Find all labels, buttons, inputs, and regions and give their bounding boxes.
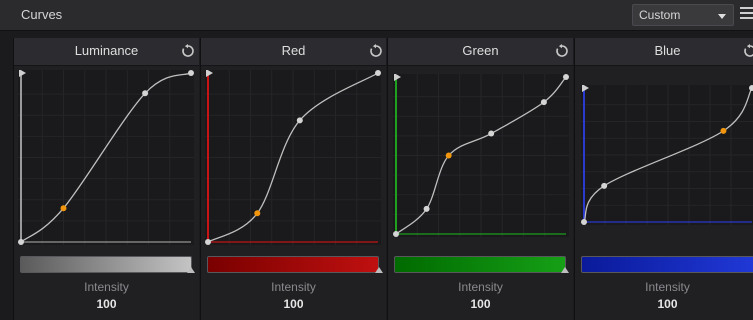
menu-icon[interactable] bbox=[740, 7, 753, 23]
curve-control-point[interactable] bbox=[18, 239, 24, 245]
curve-control-point[interactable] bbox=[720, 127, 727, 134]
curve-graph[interactable] bbox=[18, 70, 194, 245]
curve-control-point[interactable] bbox=[375, 70, 381, 76]
curve-graph[interactable] bbox=[393, 74, 569, 237]
intensity-label: Intensity bbox=[84, 280, 129, 294]
curve-control-point[interactable] bbox=[205, 239, 211, 245]
intensity-bar[interactable] bbox=[394, 256, 566, 273]
panel-header: Red bbox=[201, 38, 386, 66]
intensity-label: Intensity bbox=[645, 280, 690, 294]
curve-control-point[interactable] bbox=[563, 74, 569, 80]
panel-title: Curves bbox=[21, 7, 63, 22]
intensity-bar[interactable] bbox=[20, 256, 192, 273]
curve-control-point[interactable] bbox=[581, 219, 587, 225]
channel-label: Red bbox=[281, 43, 306, 58]
curves-toolbar: Curves Custom bbox=[0, 0, 753, 31]
intensity-value[interactable]: 100 bbox=[388, 297, 573, 311]
bar-handle[interactable] bbox=[187, 267, 195, 273]
intensity-label: Intensity bbox=[271, 280, 316, 294]
preset-selected-value: Custom bbox=[639, 8, 681, 22]
intensity-value[interactable]: 100 bbox=[201, 297, 386, 311]
intensity-value[interactable]: 100 bbox=[575, 297, 753, 311]
preset-dropdown[interactable]: Custom bbox=[632, 4, 734, 26]
curve-control-point[interactable] bbox=[488, 130, 495, 137]
panel-header: Luminance bbox=[14, 38, 199, 66]
curve-graph[interactable] bbox=[205, 70, 381, 245]
curve-panel-red: Red Intensity 100 bbox=[200, 38, 386, 320]
panel-header: Blue bbox=[575, 38, 753, 66]
chevron-down-icon bbox=[718, 14, 726, 19]
curve-graph[interactable] bbox=[581, 85, 753, 225]
curve-control-point[interactable] bbox=[254, 210, 261, 217]
intensity-label: Intensity bbox=[458, 280, 503, 294]
curve-control-point[interactable] bbox=[393, 231, 399, 237]
reset-icon[interactable] bbox=[743, 44, 753, 58]
intensity-bar[interactable] bbox=[207, 256, 379, 273]
curve-panel-luminance: Luminance Intensity 100 bbox=[13, 38, 199, 320]
reset-icon[interactable] bbox=[369, 44, 383, 58]
curve-control-point[interactable] bbox=[60, 205, 67, 212]
curve-control-point[interactable] bbox=[540, 99, 547, 106]
bar-handle[interactable] bbox=[375, 267, 383, 273]
curve-control-point[interactable] bbox=[445, 152, 452, 159]
curve-control-point[interactable] bbox=[142, 90, 149, 97]
curve-control-point[interactable] bbox=[423, 205, 430, 212]
intensity-value[interactable]: 100 bbox=[14, 297, 199, 311]
panel-header: Green bbox=[388, 38, 573, 66]
curve-control-point[interactable] bbox=[296, 117, 303, 124]
curve-panel-blue: Blue Intensity 100 bbox=[574, 38, 753, 320]
curve-control-point[interactable] bbox=[601, 182, 608, 189]
channel-label: Green bbox=[462, 43, 499, 58]
bar-handle[interactable] bbox=[561, 267, 569, 273]
reset-icon[interactable] bbox=[181, 44, 195, 58]
channel-label: Luminance bbox=[74, 43, 139, 58]
curve-panel-green: Green Intensity 100 bbox=[387, 38, 573, 320]
curve-control-point[interactable] bbox=[188, 70, 194, 76]
channel-label: Blue bbox=[654, 43, 681, 58]
reset-icon[interactable] bbox=[555, 44, 569, 58]
intensity-bar[interactable] bbox=[581, 256, 753, 273]
